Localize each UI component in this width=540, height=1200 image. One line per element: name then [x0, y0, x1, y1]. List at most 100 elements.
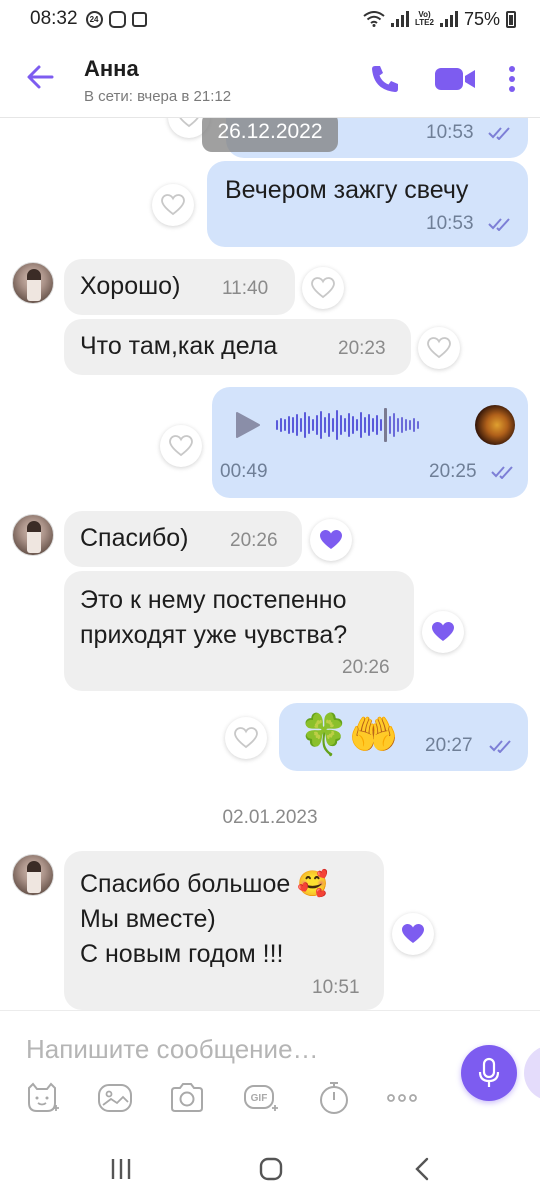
waveform-bar	[360, 412, 362, 438]
notification-badge-icon: 24	[85, 10, 103, 28]
message-text: Хорошо)	[80, 272, 181, 300]
message-time: 20:23	[338, 338, 386, 359]
waveform-bar	[376, 415, 378, 435]
message-text-line: С новым годом !!!	[80, 940, 284, 968]
message-bubble-incoming[interactable]: Спасибо большое 🥰 Мы вместе) С новым год…	[64, 851, 384, 1010]
signal-2-icon	[439, 11, 458, 27]
home-icon[interactable]	[256, 1154, 286, 1184]
message-text-line: Спасибо большое 🥰	[80, 870, 329, 898]
timer-icon[interactable]	[316, 1081, 352, 1115]
sticker-icon[interactable]	[24, 1081, 60, 1115]
signal-icon	[391, 11, 409, 27]
waveform-bar	[336, 410, 338, 440]
voice-sender-avatar	[475, 405, 515, 445]
waveform-bar	[368, 414, 370, 436]
send-options-tab[interactable]	[524, 1045, 540, 1101]
message-time: 10:51	[312, 977, 360, 998]
like-button[interactable]	[302, 267, 344, 309]
heart-outline-icon	[234, 727, 258, 749]
chat-header: Анна В сети: вчера в 21:12	[0, 38, 540, 118]
liked-heart-button[interactable]	[422, 611, 464, 653]
waveform-bar	[380, 419, 382, 431]
recent-apps-icon[interactable]	[106, 1154, 136, 1184]
double-check-icon	[489, 740, 511, 753]
waveform-bar	[324, 417, 326, 433]
voice-duration: 00:49	[220, 461, 268, 482]
like-button[interactable]	[418, 327, 460, 369]
volte-icon: Vo) LTE2	[415, 10, 434, 27]
contact-name[interactable]: Анна	[84, 56, 139, 82]
date-separator: 02.01.2023	[222, 807, 318, 828]
heart-outline-icon	[161, 194, 185, 216]
system-navigation-bar	[0, 1138, 540, 1200]
waveform-bar	[292, 417, 294, 433]
message-composer: GIF	[0, 1010, 540, 1138]
heart-filled-icon	[432, 622, 454, 641]
liked-heart-button[interactable]	[310, 519, 352, 561]
video-camera-icon[interactable]	[434, 64, 476, 94]
phone-icon[interactable]	[368, 62, 402, 96]
message-time: 20:27	[425, 735, 473, 756]
playback-position-marker[interactable]	[384, 408, 387, 442]
instagram-icon	[108, 10, 126, 28]
waveform-bar	[397, 418, 399, 432]
more-vert-icon[interactable]	[500, 62, 524, 96]
double-check-icon	[491, 466, 513, 479]
message-bubble-incoming[interactable]: Спасибо) 20:26	[64, 511, 302, 567]
heart-filled-icon	[320, 530, 342, 549]
message-time: 20:26	[230, 530, 278, 551]
waveform-bar	[413, 418, 415, 432]
svg-text:GIF: GIF	[251, 1093, 268, 1104]
heart-outline-icon	[311, 277, 335, 299]
waveform-bar	[405, 419, 407, 431]
contact-avatar[interactable]	[12, 514, 54, 556]
back-arrow-icon[interactable]	[24, 60, 58, 94]
more-horiz-icon[interactable]	[384, 1081, 420, 1115]
like-button[interactable]	[152, 184, 194, 226]
gif-icon[interactable]: GIF	[243, 1081, 279, 1115]
battery-icon	[506, 10, 516, 28]
waveform-bar	[328, 413, 330, 437]
app-notification-icon	[131, 11, 147, 27]
contact-avatar[interactable]	[12, 262, 54, 304]
waveform-bar	[316, 415, 318, 435]
waveform-bar	[417, 421, 419, 429]
camera-icon[interactable]	[169, 1081, 205, 1115]
message-time: 10:53	[426, 213, 474, 234]
waveform-bar	[312, 419, 314, 431]
like-button[interactable]	[160, 425, 202, 467]
chat-area[interactable]: 10:53 26.12.2022 Вечером зажгу свечу 10:…	[0, 118, 540, 1010]
date-sticky-header: 26.12.2022	[202, 118, 338, 152]
message-bubble-incoming[interactable]: Это к нему постепенно приходят уже чувст…	[64, 571, 414, 691]
double-check-icon	[488, 218, 510, 231]
liked-heart-button[interactable]	[392, 913, 434, 955]
message-time: 20:25	[429, 461, 477, 482]
waveform-bar	[304, 412, 306, 438]
message-input[interactable]	[26, 1029, 436, 1069]
message-text-line: приходят уже чувства?	[80, 621, 348, 649]
message-bubble-outgoing[interactable]: Вечером зажгу свечу 10:53	[207, 161, 528, 247]
waveform-bar	[332, 418, 334, 432]
message-bubble-incoming[interactable]: Что там,как дела 20:23	[64, 319, 411, 375]
waveform-bar	[340, 415, 342, 435]
battery-percent: 75%	[463, 8, 500, 29]
voice-record-button[interactable]	[461, 1045, 517, 1101]
message-text-line: Это к нему постепенно	[80, 586, 347, 614]
status-time: 08:32	[30, 8, 78, 29]
heart-outline-icon	[169, 435, 193, 457]
like-button[interactable]	[225, 717, 267, 759]
waveform-bar	[300, 418, 302, 432]
message-bubble-outgoing[interactable]: 🍀🤲 20:27	[279, 703, 528, 771]
message-bubble-incoming[interactable]: Хорошо) 11:40	[64, 259, 295, 315]
voice-message-bubble[interactable]: 00:49 20:25	[212, 387, 528, 498]
waveform-bar	[409, 420, 411, 430]
heart-filled-icon	[402, 924, 424, 943]
back-icon[interactable]	[408, 1154, 438, 1184]
message-time: 20:26	[342, 657, 390, 678]
waveform-bar	[389, 416, 391, 434]
gallery-icon[interactable]	[97, 1081, 133, 1115]
voice-waveform[interactable]	[276, 408, 419, 442]
contact-avatar[interactable]	[12, 854, 54, 896]
play-icon[interactable]	[234, 410, 262, 440]
double-check-icon	[488, 127, 510, 140]
